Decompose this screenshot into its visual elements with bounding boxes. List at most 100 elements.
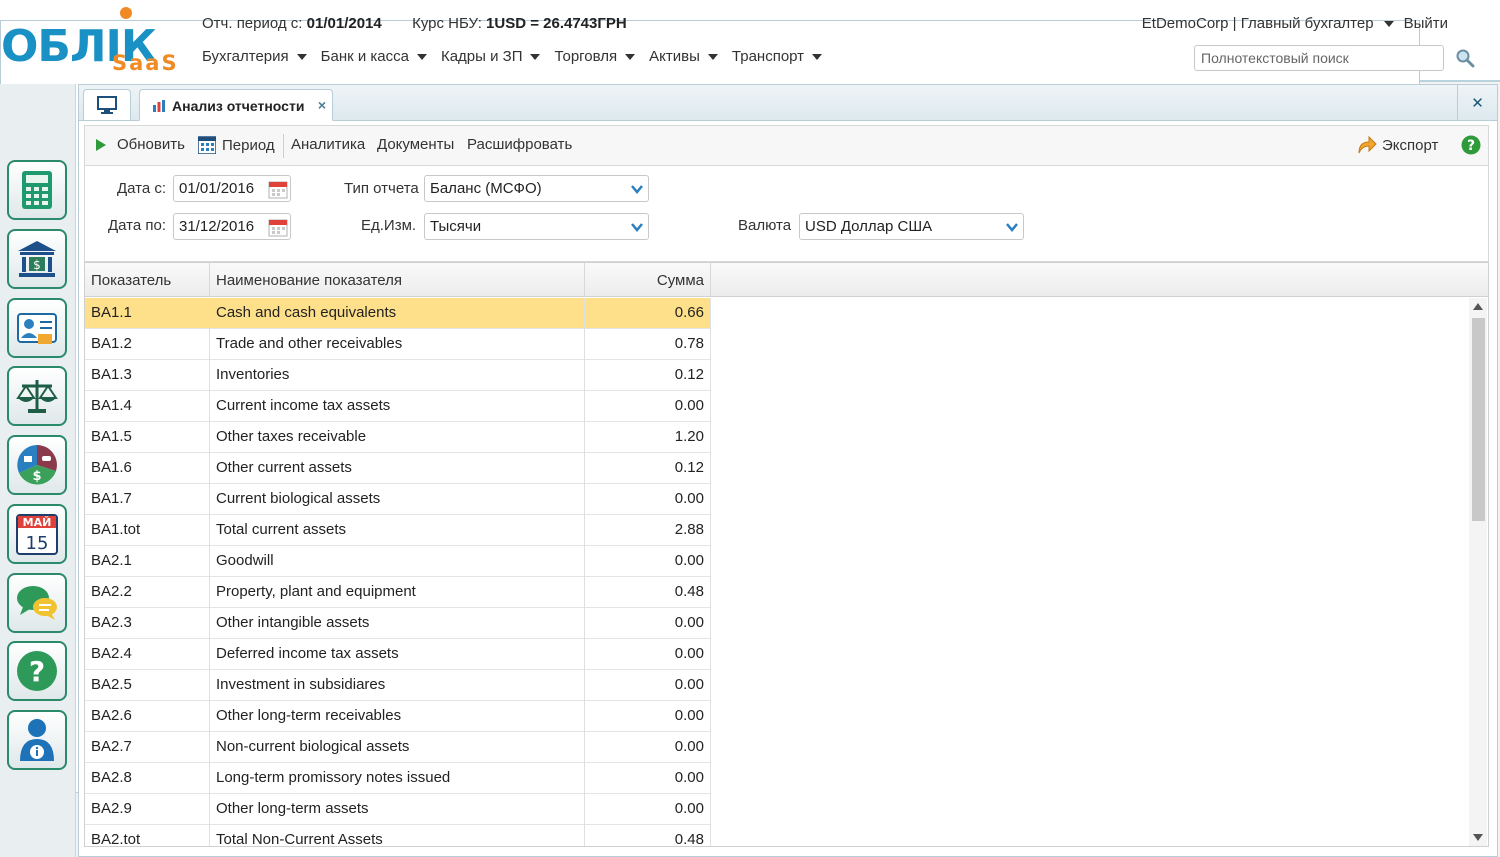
help-icon: ? [17,651,57,691]
table-row[interactable]: BA2.2 Property, plant and equipment 0.48 [85,577,711,608]
date-to-field[interactable]: 31/12/2016 [173,213,291,240]
column-header-sum[interactable]: Сумма [585,263,711,297]
calendar-picker-icon[interactable] [268,179,288,199]
cell-code: BA2.1 [85,546,210,577]
cell-code: BA2.2 [85,577,210,608]
svg-text:$: $ [33,258,41,272]
date-from-label: Дата с: [117,180,167,197]
vertical-scrollbar[interactable] [1469,298,1487,846]
analytics-button[interactable]: Аналитика [291,136,365,153]
report-type-select[interactable]: Баланс (МСФО) [424,175,649,202]
search-icon[interactable] [1455,48,1475,68]
app-logo[interactable]: ОБЛІК SaaS [0,6,1420,793]
column-header-name[interactable]: Наименование показателя [210,263,585,297]
sidebar-item-help[interactable]: ? [7,641,67,701]
sidebar-item-calendar[interactable]: МАЙ 15 [7,504,67,564]
cell-sum: 0.00 [585,391,711,422]
help-button[interactable]: ? [1461,135,1481,155]
cell-code: BA1.4 [85,391,210,422]
export-arrow-icon [1358,136,1377,154]
user-menu[interactable]: EtDemoCorp | Главный бухгалтер [1142,15,1374,32]
analytics-label: Аналитика [291,136,366,153]
table-row[interactable]: BA1.3 Inventories 0.12 [85,360,711,391]
currency-label: Валюта [738,217,792,234]
sidebar-item-user-info[interactable] [7,710,67,770]
cell-name: Deferred income tax assets [210,639,585,670]
cell-code: BA2.8 [85,763,210,794]
cell-sum: 0.66 [585,298,711,329]
table-row[interactable]: BA1.tot Total current assets 2.88 [85,515,711,546]
period-button[interactable]: Период [198,136,275,154]
sidebar-item-bank[interactable]: $ [7,229,67,289]
cell-sum: 0.00 [585,639,711,670]
table-row[interactable]: BA2.tot Total Non-Current Assets 0.48 [85,825,711,846]
chevron-down-icon [625,54,636,61]
menu-trade[interactable]: Торговля [554,48,636,65]
scrollbar-thumb[interactable] [1472,318,1485,521]
table-row[interactable]: BA1.1 Cash and cash equivalents 0.66 [85,298,711,329]
tab-close-icon[interactable]: × [318,97,326,113]
sidebar-item-assets[interactable]: $ [7,435,67,495]
table-row[interactable]: BA1.2 Trade and other receivables 0.78 [85,329,711,360]
sidebar-item-calculator[interactable] [7,160,67,220]
chevron-down-icon [707,54,718,61]
grid-header: Показатель Наименование показателя Сумма [85,263,1488,297]
period-label: Период [222,136,275,154]
table-row[interactable]: BA2.7 Non-current biological assets 0.00 [85,732,711,763]
cell-name: Other current assets [210,453,585,484]
unit-select[interactable]: Тысячи [424,213,649,240]
period-value[interactable]: 01/01/2014 [307,15,382,32]
refresh-button[interactable]: Обновить [95,136,185,153]
export-button[interactable]: Экспорт [1357,136,1438,154]
calendar-picker-icon[interactable] [268,217,288,237]
table-row[interactable]: BA1.5 Other taxes receivable 1.20 [85,422,711,453]
sidebar-item-chat[interactable] [7,573,67,633]
tab-report-analysis[interactable]: Анализ отчетности × [139,89,333,121]
cell-sum: 0.00 [585,484,711,515]
decode-button[interactable]: Расшифровать [467,136,572,153]
rate-label: Курс НБУ: [412,15,482,32]
documents-button[interactable]: Документы [377,136,454,153]
cell-code: BA1.1 [85,298,210,329]
menu-assets[interactable]: Активы [649,48,718,65]
scroll-up-icon[interactable] [1473,303,1483,310]
table-row[interactable]: BA2.3 Other intangible assets 0.00 [85,608,711,639]
decode-label: Расшифровать [467,136,573,153]
chevron-down-icon[interactable] [1383,21,1394,28]
refresh-label: Обновить [117,136,185,153]
cell-name: Other long-term assets [210,794,585,825]
menu-hr-payroll[interactable]: Кадры и ЗП [441,48,541,65]
cell-name: Other long-term receivables [210,701,585,732]
calendar-grid-icon [198,136,216,154]
close-panel-icon[interactable]: ✕ [1457,85,1497,120]
logout-link[interactable]: Выйти [1404,15,1448,32]
table-row[interactable]: BA1.4 Current income tax assets 0.00 [85,391,711,422]
menu-transport[interactable]: Транспорт [732,48,823,65]
monitor-icon [97,96,117,114]
cell-name: Total current assets [210,515,585,546]
menu-accounting[interactable]: Бухгалтерия [202,48,307,65]
chat-icon [17,586,57,620]
cell-code: BA1.7 [85,484,210,515]
table-row[interactable]: BA2.6 Other long-term receivables 0.00 [85,701,711,732]
date-from-field[interactable]: 01/01/2016 [173,175,291,202]
scroll-down-icon[interactable] [1473,834,1483,841]
column-header-code[interactable]: Показатель [85,263,210,297]
table-row[interactable]: BA1.7 Current biological assets 0.00 [85,484,711,515]
table-row[interactable]: BA2.9 Other long-term assets 0.00 [85,794,711,825]
menu-bank-cash[interactable]: Банк и касса [321,48,427,65]
cell-sum: 1.20 [585,422,711,453]
sidebar-item-scales[interactable] [7,366,67,426]
tab-desktop[interactable] [83,89,131,120]
sidebar-item-employees[interactable] [7,298,67,358]
report-grid: Показатель Наименование показателя Сумма… [84,262,1489,847]
table-row[interactable]: BA1.6 Other current assets 0.12 [85,453,711,484]
table-row[interactable]: BA2.8 Long-term promissory notes issued 0.… [85,763,711,794]
currency-select[interactable]: USD Доллар США [799,213,1024,240]
table-row[interactable]: BA2.4 Deferred income tax assets 0.00 [85,639,711,670]
search-input[interactable] [1194,45,1444,71]
bar-chart-icon [153,100,165,112]
report-type-value: Баланс (МСФО) [430,180,542,197]
table-row[interactable]: BA2.1 Goodwill 0.00 [85,546,711,577]
table-row[interactable]: BA2.5 Investment in subsidiares 0.00 [85,670,711,701]
